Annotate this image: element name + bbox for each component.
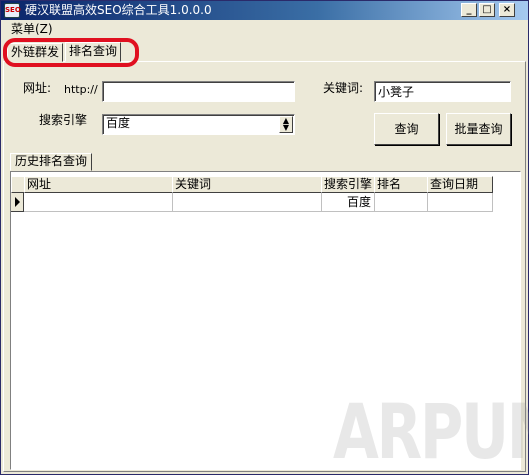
menu-bar: 菜单(Z) xyxy=(1,20,528,39)
column-header-keyword[interactable]: 关键词 xyxy=(172,176,322,193)
query-button[interactable]: 查询 xyxy=(374,113,439,145)
engine-label: 搜索引擎 xyxy=(39,113,88,127)
column-header-engine[interactable]: 搜索引擎 xyxy=(321,176,375,193)
cell-url[interactable] xyxy=(24,193,173,212)
tab-history-rank[interactable]: 历史排名查询 xyxy=(10,153,93,171)
cell-keyword[interactable] xyxy=(173,193,322,212)
keyword-input[interactable] xyxy=(374,81,511,102)
batch-query-button[interactable]: 批量查询 xyxy=(446,113,511,145)
spinner-arrows-icon[interactable]: ▲ ▼ xyxy=(279,116,293,133)
engine-selected-value: 百度 xyxy=(106,116,131,130)
column-header-url[interactable]: 网址 xyxy=(24,176,173,193)
main-window: SEO 硬汉联盟高效SEO综合工具1.0.0.0 _ □ × 菜单(Z) 外链群… xyxy=(0,0,529,475)
menu-item-main[interactable]: 菜单(Z) xyxy=(11,22,53,37)
row-pointer-icon xyxy=(11,193,24,212)
tab-highlight-ring xyxy=(3,38,139,67)
app-icon: SEO xyxy=(4,3,21,18)
minimize-button[interactable]: _ xyxy=(461,3,477,17)
cell-rank[interactable] xyxy=(375,193,428,212)
cell-engine[interactable]: 百度 xyxy=(322,193,375,212)
column-header-rank[interactable]: 排名 xyxy=(374,176,428,193)
maximize-button[interactable]: □ xyxy=(479,3,495,17)
watermark: ARPUN xyxy=(333,387,529,476)
cell-date[interactable] xyxy=(428,193,493,212)
keyword-label: 关键词: xyxy=(323,81,364,95)
column-header-date[interactable]: 查询日期 xyxy=(427,176,493,193)
url-input[interactable] xyxy=(102,81,295,102)
window-title: 硬汉联盟高效SEO综合工具1.0.0.0 xyxy=(25,3,212,17)
close-button[interactable]: × xyxy=(499,3,515,17)
engine-select[interactable]: 百度 ▲ ▼ xyxy=(102,114,295,135)
url-prefix: http:// xyxy=(64,83,98,96)
url-label: 网址: xyxy=(23,81,52,95)
title-bar[interactable]: SEO 硬汉联盟高效SEO综合工具1.0.0.0 _ □ × xyxy=(1,1,528,20)
grid-corner xyxy=(11,176,25,193)
